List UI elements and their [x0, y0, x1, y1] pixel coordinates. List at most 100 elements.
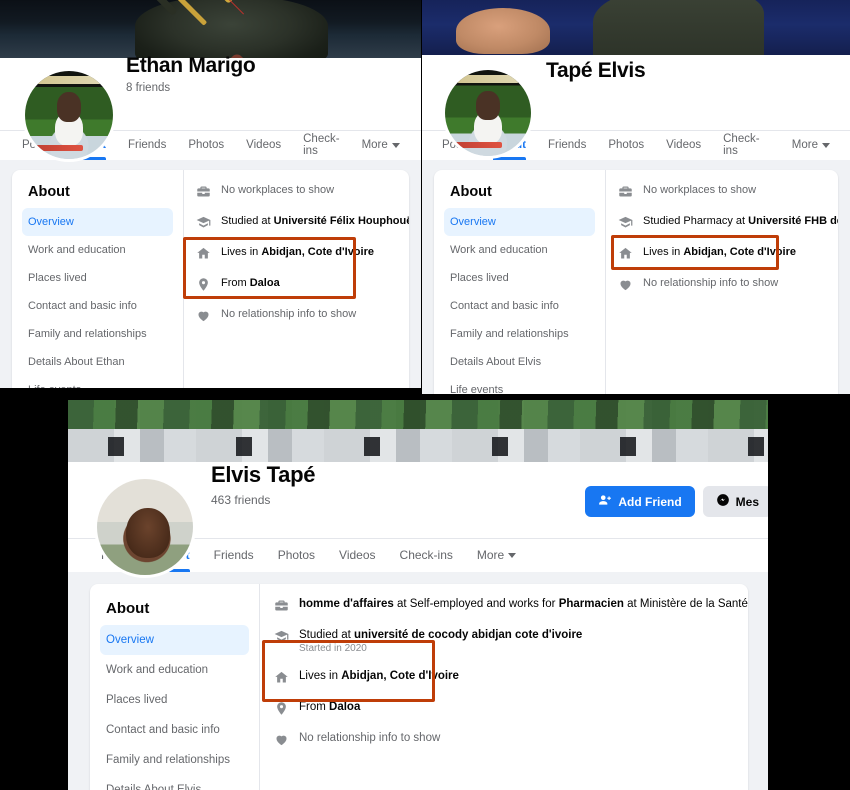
tab-more[interactable]: More [362, 130, 400, 160]
tab-photos[interactable]: Photos [188, 130, 224, 160]
location-pin-icon [274, 701, 289, 716]
sidebar-item-work-and-education[interactable]: Work and education [22, 236, 173, 264]
info-row-lives-in: Lives in Abidjan, Cote d'Ivoire [618, 246, 838, 261]
friend-count[interactable]: 463 friends [211, 493, 315, 507]
about-content: homme d'affaires at Self-employed and wo… [260, 584, 748, 790]
sidebar-item-contact-and-basic-info[interactable]: Contact and basic info [100, 715, 249, 745]
info-text: From Daloa [299, 701, 360, 713]
tab-photos[interactable]: Photos [278, 538, 315, 572]
sidebar-item-overview[interactable]: Overview [444, 208, 595, 236]
info-text: No workplaces to show [221, 184, 335, 196]
facebook-profile-panel-elvis-tape: Elvis Tapé 463 friends Add Friend Mes Po… [68, 400, 768, 790]
info-text: No workplaces to show [643, 184, 757, 196]
tab-label: More [476, 548, 505, 562]
info-row-education: Studied at Université Félix Houphouët-Bo… [196, 215, 409, 230]
info-bold[interactable]: Daloa [250, 277, 280, 289]
sidebar-item-details-about[interactable]: Details About Ethan [22, 348, 173, 376]
tab-check-ins[interactable]: Check-ins [303, 130, 339, 160]
tab-videos[interactable]: Videos [246, 130, 281, 160]
profile-header: Ethan Marigo 8 friends [0, 54, 421, 162]
briefcase-icon [618, 184, 633, 199]
sidebar-item-places-lived[interactable]: Places lived [444, 264, 595, 292]
tab-friends[interactable]: Friends [214, 538, 254, 572]
profile-header: Tapé Elvis [422, 55, 850, 159]
add-friend-icon [598, 493, 612, 510]
cover-photo[interactable] [0, 0, 421, 58]
about-heading: About [106, 600, 150, 617]
location-pin-icon [196, 277, 211, 292]
sidebar-item-work-and-education[interactable]: Work and education [444, 236, 595, 264]
tab-check-ins[interactable]: Check-ins [400, 538, 453, 572]
avatar[interactable] [22, 68, 116, 162]
info-bold[interactable]: homme d'affaires [299, 598, 394, 610]
cover-photo[interactable] [68, 400, 768, 462]
message-label: Mes [735, 494, 759, 509]
sidebar-item-details-about[interactable]: Details About Elvis [444, 348, 595, 376]
sidebar-item-family-and-relationships[interactable]: Family and relationships [22, 320, 173, 348]
info-row-lives-in: Lives in Abidjan, Cote d'Ivoire [274, 670, 748, 685]
sidebar-item-life-events[interactable]: Life events [22, 376, 173, 388]
info-bold[interactable]: université de cocody abidjan cote d'ivoi… [354, 629, 582, 641]
tab-more[interactable]: More [476, 538, 517, 572]
info-row-from: From Daloa [274, 701, 748, 716]
facebook-profile-panel-tape-elvis: Tapé Elvis Posts About Friends Photos Vi… [422, 0, 850, 394]
info-prefix: Studied Pharmacy at [643, 215, 749, 227]
name-block: Elvis Tapé 463 friends [211, 462, 316, 507]
info-text: Lives in Abidjan, Cote d'Ivoire [643, 246, 796, 258]
sidebar-item-family-and-relationships[interactable]: Family and relationships [444, 320, 595, 348]
sidebar-item-overview[interactable]: Overview [100, 625, 249, 655]
add-friend-button[interactable]: Add Friend [585, 486, 695, 517]
tab-label: Videos [666, 139, 702, 151]
info-text: Studied at université de cocody abidjan … [299, 629, 582, 654]
profile-action-buttons: Add Friend Mes [585, 486, 768, 517]
about-content: No workplaces to show Studied at Univers… [184, 170, 409, 388]
info-row-relationship: No relationship info to show [196, 308, 409, 323]
info-bold-2[interactable]: Pharmacien [559, 598, 624, 610]
tab-label: Check-ins [399, 548, 453, 562]
info-bold[interactable]: Abidjan, Cote d'Ivoire [341, 670, 459, 682]
info-bold[interactable]: Abidjan, Cote d'Ivoire [683, 246, 796, 258]
avatar-image [445, 70, 531, 156]
avatar[interactable] [94, 476, 196, 578]
info-bold[interactable]: Université Félix Houphouët-Boigny [274, 215, 409, 227]
tab-photos[interactable]: Photos [608, 130, 644, 160]
chevron-down-icon [508, 552, 517, 558]
friend-count[interactable]: 8 friends [126, 82, 255, 94]
info-row-workplace: homme d'affaires at Self-employed and wo… [274, 598, 748, 613]
sidebar-item-places-lived[interactable]: Places lived [22, 264, 173, 292]
sidebar-item-contact-and-basic-info[interactable]: Contact and basic info [22, 292, 173, 320]
tab-check-ins[interactable]: Check-ins [723, 130, 770, 160]
tab-more[interactable]: More [792, 130, 830, 160]
briefcase-icon [274, 598, 289, 613]
sidebar-item-contact-and-basic-info[interactable]: Contact and basic info [444, 292, 595, 320]
avatar-banner [455, 142, 502, 149]
info-prefix: Lives in [221, 246, 262, 258]
tab-label: More [361, 139, 388, 151]
info-text: Lives in Abidjan, Cote d'Ivoire [221, 246, 374, 258]
tab-videos[interactable]: Videos [339, 538, 375, 572]
info-suffix: at Self-employed and works for [393, 598, 559, 610]
sidebar-item-places-lived[interactable]: Places lived [100, 685, 249, 715]
tab-friends[interactable]: Friends [548, 130, 586, 160]
avatar-banner [35, 144, 84, 152]
info-suffix-2: at Ministère de la Santé et de l'Hygiène… [627, 598, 748, 610]
cover-photo[interactable] [422, 0, 850, 55]
chevron-down-icon [822, 142, 830, 148]
info-row-education: Studied Pharmacy at Université FHB de co… [618, 215, 838, 230]
sidebar-item-details-about[interactable]: Details About Elvis [100, 775, 249, 790]
message-button[interactable]: Mes [702, 486, 768, 517]
info-bold[interactable]: Université FHB de cocody [748, 215, 838, 227]
tab-videos[interactable]: Videos [666, 130, 701, 160]
tab-label: Check-ins [723, 133, 760, 157]
sidebar-item-life-events[interactable]: Life events [444, 376, 595, 394]
page-title: Ethan Marigo [126, 54, 256, 77]
info-bold[interactable]: Daloa [329, 701, 360, 713]
sidebar-item-work-and-education[interactable]: Work and education [100, 655, 249, 685]
info-bold[interactable]: Abidjan, Cote d'Ivoire [261, 246, 374, 258]
sidebar-item-family-and-relationships[interactable]: Family and relationships [100, 745, 249, 775]
tab-friends[interactable]: Friends [128, 130, 166, 160]
sidebar-item-overview[interactable]: Overview [22, 208, 173, 236]
avatar[interactable] [442, 67, 534, 159]
cover-photo-image [422, 0, 850, 55]
tab-label: More [791, 139, 818, 151]
